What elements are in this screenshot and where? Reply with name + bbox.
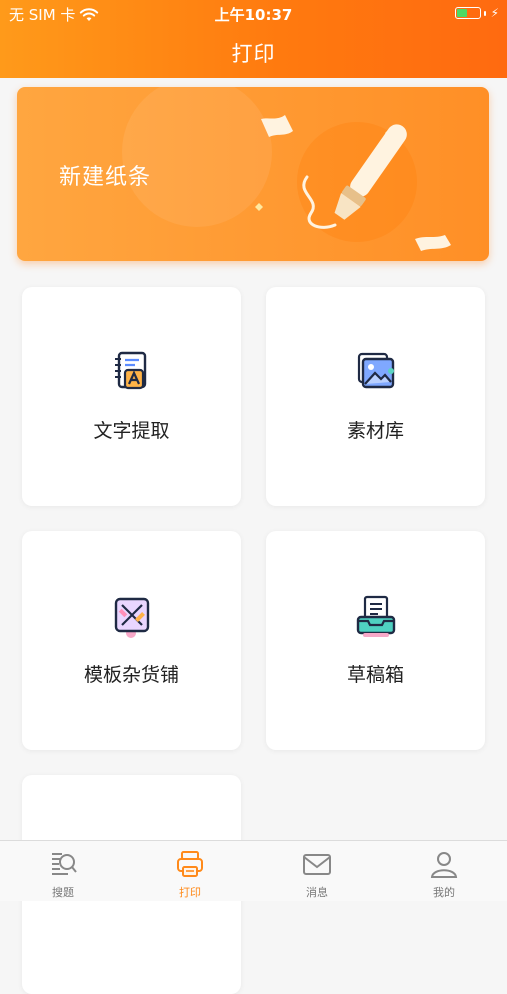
header: 无 SIM 卡 上午10:37 ⚡ 打印 [0,0,507,78]
charging-bolt-icon: ⚡ [490,6,499,20]
battery-icon: ⚡ [454,6,499,20]
banner-decor [122,87,272,227]
mail-icon [303,854,331,875]
template-shop-icon [114,597,150,638]
tab-mine[interactable]: 我的 [381,841,507,901]
draft-box-icon [356,595,396,637]
printer-icon [177,851,203,877]
draft-box-label: 草稿箱 [346,664,404,686]
page-title: 打印 [231,42,276,66]
text-extract-card[interactable]: 文字提取 [22,287,241,506]
tab-messages[interactable]: 消息 [254,841,380,901]
tab-print[interactable]: 打印 [127,841,253,901]
template-shop-label: 模板杂货铺 [83,664,179,686]
draft-box-card[interactable]: 草稿箱 [266,531,485,750]
search-question-icon [52,853,77,875]
new-note-banner[interactable]: 新建纸条 [17,87,489,261]
tab-bar: 搜题 打印 消息 我的 [0,840,507,901]
template-shop-card[interactable]: 模板杂货铺 [22,531,241,750]
banner-label: 新建纸条 [59,165,152,190]
text-extract-icon [115,351,147,390]
image-library-icon [357,352,395,389]
user-icon [430,852,458,878]
image-library-label: 素材库 [346,420,404,442]
status-bar: 无 SIM 卡 上午10:37 ⚡ [0,0,507,26]
tab-label-messages: 消息 [306,886,328,899]
image-library-card[interactable]: 素材库 [266,287,485,506]
clock: 上午10:37 [214,6,293,24]
tab-label-mine: 我的 [433,886,455,899]
tab-label-search: 搜题 [52,886,74,899]
paintbrush-icon [255,115,451,251]
text-extract-label: 文字提取 [93,420,170,442]
tab-search-question[interactable]: 搜题 [0,841,126,901]
tab-label-print: 打印 [179,886,201,899]
battery-fill [456,9,467,17]
